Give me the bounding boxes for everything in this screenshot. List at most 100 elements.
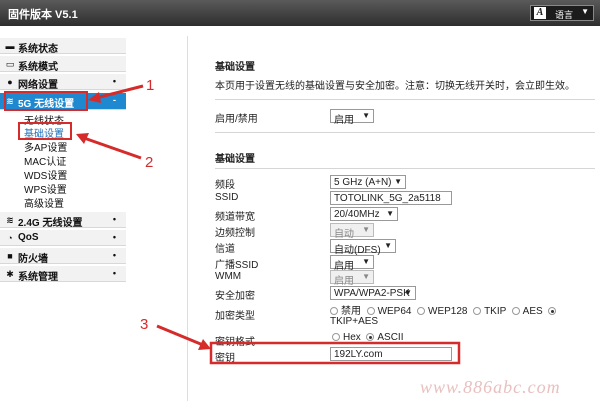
sidebar-item-label: QoS <box>18 232 39 243</box>
radio-wep128[interactable] <box>417 307 426 315</box>
radio-label: WEP64 <box>377 306 412 317</box>
radio-tkip-aes[interactable] <box>548 307 557 315</box>
radio-label: ASCII <box>377 332 404 343</box>
ssid-input[interactable]: TOTOLINK_5G_2a5118 <box>330 191 452 205</box>
security-select[interactable]: WPA/WPA2-PSK ▼ <box>330 286 416 300</box>
cipher-tkip-aes-label: TKIP+AES <box>330 316 379 327</box>
lock-icon: ■ <box>7 251 13 261</box>
key-format-label: 密钥格式 <box>215 337 255 348</box>
expand-dot-icon: • <box>112 250 116 260</box>
key-format-radio-group: Hex ASCII <box>332 332 403 343</box>
highlight-box-basic <box>18 122 72 140</box>
sideband-label: 边频控制 <box>215 228 255 239</box>
sidebar-item-label: 2.4G 无线设置 <box>18 218 83 229</box>
page-title: 基础设置 <box>215 62 255 73</box>
wmm-select[interactable]: 启用 ▼ <box>330 270 374 287</box>
submenu-wps[interactable]: WPS设置 <box>24 181 67 196</box>
expand-dot-icon: • <box>112 268 116 278</box>
sidebar-item-firewall[interactable]: ■ 防火墙 • <box>0 248 126 265</box>
divider-line <box>215 99 595 100</box>
highlight-box-5g <box>4 91 88 111</box>
bandwidth-select[interactable]: 20/40MHz ▼ <box>330 207 398 221</box>
wifi-icon: ≋ <box>6 215 14 225</box>
chevron-down-icon: ▼ <box>581 7 589 16</box>
select-value: 启用 <box>334 276 354 287</box>
broadcast-ssid-label: 广播SSID <box>215 260 259 271</box>
sidebar: ▬ 系统状态 ▭ 系统模式 ● 网络设置 • ≋ 5G 无线设置 - 无线状态 … <box>0 36 126 401</box>
sidebar-item-network[interactable]: ● 网络设置 • <box>0 74 126 91</box>
sidebar-item-label: 系统状态 <box>18 44 58 55</box>
channel-label: 信道 <box>215 244 235 255</box>
sidebar-divider <box>187 36 188 401</box>
chevron-down-icon: ▼ <box>394 177 402 186</box>
select-value: WPA/WPA2-PSK <box>334 288 410 299</box>
gauge-icon: ◔ <box>7 233 13 243</box>
enable-label: 启用/禁用 <box>215 114 258 125</box>
monitor-icon: ▬ <box>5 41 15 51</box>
channel-select[interactable]: 自动(DFS) ▼ <box>330 239 396 256</box>
language-selector[interactable]: A 语言 ▼ <box>530 5 594 21</box>
band-label: 频段 <box>215 180 235 191</box>
arrow-3-head <box>198 339 211 350</box>
submenu-mac-auth[interactable]: MAC认证 <box>24 153 66 168</box>
sidebar-item-system-admin[interactable]: ✱ 系统管理 • <box>0 266 126 283</box>
input-value: TOTOLINK_5G_2a5118 <box>334 193 441 204</box>
radio-hex[interactable] <box>332 333 340 341</box>
security-label: 安全加密 <box>215 291 255 302</box>
collapse-icon: - <box>113 95 116 105</box>
input-value: 192LY.com <box>334 349 383 360</box>
select-value: 5 GHz (A+N) <box>334 177 392 188</box>
divider-line <box>215 132 595 133</box>
sidebar-item-system-mode[interactable]: ▭ 系统模式 <box>0 56 126 73</box>
chevron-down-icon: ▼ <box>384 241 392 250</box>
select-value: 自动(DFS) <box>334 245 381 256</box>
radio-tkip[interactable] <box>473 307 482 315</box>
select-value: 启用 <box>334 115 354 126</box>
sidebar-item-label: 网络设置 <box>18 80 58 91</box>
section-title: 基础设置 <box>215 154 255 165</box>
callout-number-1: 1 <box>146 77 155 94</box>
select-value: 自动 <box>334 229 354 240</box>
divider-line <box>215 168 595 169</box>
key-label: 密钥 <box>215 353 235 364</box>
chevron-down-icon: ▼ <box>362 272 370 281</box>
window-icon: ▭ <box>5 59 15 69</box>
firmware-version: 固件版本 V5.1 <box>8 9 78 21</box>
language-icon: A <box>534 7 546 19</box>
chevron-down-icon: ▼ <box>362 225 370 234</box>
ssid-label: SSID <box>215 192 239 203</box>
watermark: www.886abc.com <box>420 377 561 397</box>
radio-disabled[interactable] <box>330 307 338 315</box>
gear-icon: ✱ <box>6 269 14 279</box>
sidebar-item-label: 系统管理 <box>18 272 58 283</box>
radio-ascii[interactable] <box>366 333 375 341</box>
select-value: 20/40MHz <box>334 209 380 220</box>
key-input[interactable]: 192LY.com <box>330 347 452 361</box>
enable-select[interactable]: 启用 ▼ <box>330 109 374 126</box>
sidebar-item-system-status[interactable]: ▬ 系统状态 <box>0 38 126 55</box>
radio-label: Hex <box>343 332 361 343</box>
top-bar: 固件版本 V5.1 A 语言 ▼ <box>0 0 600 26</box>
expand-dot-icon: • <box>112 232 116 242</box>
chevron-down-icon: ▼ <box>386 209 394 218</box>
radio-label: WEP128 <box>428 306 468 317</box>
broadcast-ssid-select[interactable]: 启用 ▼ <box>330 255 374 272</box>
sidebar-item-24g-wireless[interactable]: ≋ 2.4G 无线设置 • <box>0 212 126 229</box>
radio-label: TKIP <box>484 306 507 317</box>
arrow-3 <box>156 324 204 347</box>
submenu-wds[interactable]: WDS设置 <box>24 167 67 182</box>
expand-dot-icon: • <box>112 76 116 86</box>
sidebar-item-label: 系统模式 <box>18 62 58 73</box>
cipher-label: 加密类型 <box>215 311 255 322</box>
chevron-down-icon: ▼ <box>362 257 370 266</box>
radio-wep64[interactable] <box>366 307 375 315</box>
sideband-select[interactable]: 自动 ▼ <box>330 223 374 240</box>
sidebar-item-qos[interactable]: ◔ QoS • <box>0 230 126 246</box>
submenu-advanced[interactable]: 高级设置 <box>24 195 64 210</box>
chevron-down-icon: ▼ <box>362 111 370 120</box>
submenu-multi-ap[interactable]: 多AP设置 <box>24 139 67 154</box>
radio-label: AES <box>522 306 543 317</box>
callout-number-2: 2 <box>145 154 154 171</box>
band-select[interactable]: 5 GHz (A+N) ▼ <box>330 175 406 189</box>
radio-aes[interactable] <box>511 307 520 315</box>
